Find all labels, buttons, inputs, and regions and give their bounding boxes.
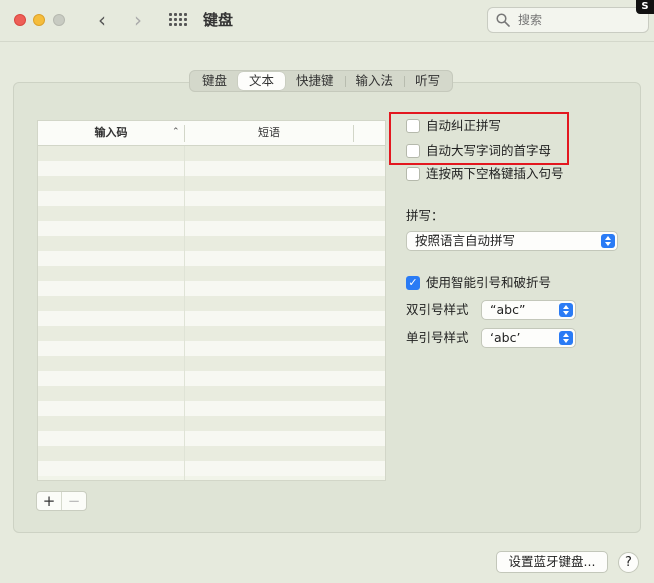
table-row[interactable]	[38, 386, 385, 401]
tab-keyboard[interactable]: 键盘	[191, 72, 238, 90]
table-row[interactable]	[38, 236, 385, 251]
setup-bluetooth-keyboard-button[interactable]: 设置蓝牙键盘...	[496, 551, 608, 573]
double-quote-style-label: 双引号样式	[406, 302, 469, 317]
chevron-updown-icon	[559, 303, 573, 317]
forward-icon[interactable]: ›	[128, 9, 148, 31]
double-quote-style-select[interactable]: “abc”	[481, 300, 576, 320]
table-row[interactable]	[38, 461, 385, 476]
table-header: 输入码 ⌃ 短语	[38, 121, 385, 146]
annotation-highlight-box	[389, 112, 569, 165]
double-quote-style-value: “abc”	[490, 302, 526, 317]
spelling-select[interactable]: 按照语言自动拼写	[406, 231, 618, 251]
show-all-grid-icon[interactable]	[169, 13, 187, 27]
tab-text[interactable]: 文本	[238, 72, 286, 90]
table-row[interactable]	[38, 416, 385, 431]
table-row[interactable]	[38, 446, 385, 461]
tab-shortcuts[interactable]: 快捷键	[285, 72, 345, 90]
tab-input-sources[interactable]: 输入法	[344, 72, 405, 90]
table-row[interactable]	[38, 326, 385, 341]
table-row[interactable]	[38, 161, 385, 176]
table-row[interactable]	[38, 401, 385, 416]
sort-ascending-icon: ⌃	[172, 127, 180, 137]
spelling-label: 拼写：	[406, 208, 444, 223]
search-input[interactable]	[516, 11, 642, 29]
column-divider	[353, 125, 354, 142]
chevron-updown-icon	[601, 234, 615, 248]
table-rows	[38, 146, 385, 480]
table-row[interactable]	[38, 281, 385, 296]
smart-quotes-label: 使用智能引号和破折号	[426, 275, 552, 290]
corner-logo-icon: S	[636, 0, 654, 14]
column-header-phrase[interactable]: 短语	[185, 121, 353, 145]
table-row[interactable]	[38, 206, 385, 221]
double-space-period-label: 连按两下空格键插入句号	[426, 166, 564, 181]
add-button[interactable]: +	[37, 492, 62, 510]
table-row[interactable]	[38, 356, 385, 371]
table-row[interactable]	[38, 221, 385, 236]
add-remove-control: + −	[36, 491, 87, 511]
table-row[interactable]	[38, 371, 385, 386]
table-row[interactable]	[38, 146, 385, 161]
title-bar: ‹ › 键盘 S	[0, 0, 654, 42]
table-row[interactable]	[38, 296, 385, 311]
table-row[interactable]	[38, 251, 385, 266]
table-row[interactable]	[38, 431, 385, 446]
table-row[interactable]	[38, 176, 385, 191]
column-header-code[interactable]: 输入码	[38, 121, 184, 145]
single-quote-style-select[interactable]: ‘abc’	[481, 328, 576, 348]
text-replacement-table[interactable]: 输入码 ⌃ 短语	[37, 120, 386, 481]
table-row[interactable]	[38, 266, 385, 281]
column-separator	[184, 146, 185, 480]
window-title: 键盘	[203, 11, 234, 29]
search-icon	[496, 13, 510, 27]
minimize-window-button[interactable]	[33, 14, 45, 26]
help-button[interactable]: ?	[618, 552, 639, 573]
chevron-updown-icon	[559, 331, 573, 345]
tab-dictation[interactable]: 听写	[404, 72, 451, 90]
table-row[interactable]	[38, 191, 385, 206]
table-row[interactable]	[38, 311, 385, 326]
single-quote-style-value: ‘abc’	[490, 330, 521, 345]
back-icon[interactable]: ‹	[92, 9, 112, 31]
double-space-period-checkbox[interactable]	[406, 167, 420, 181]
search-field[interactable]	[487, 7, 649, 33]
smart-quotes-checkbox[interactable]: ✓	[406, 276, 420, 290]
zoom-window-button[interactable]	[53, 14, 65, 26]
spelling-select-value: 按照语言自动拼写	[415, 233, 516, 248]
single-quote-style-label: 单引号样式	[406, 330, 469, 345]
close-window-button[interactable]	[14, 14, 26, 26]
table-row[interactable]	[38, 341, 385, 356]
tab-bar: 键盘 文本 快捷键 输入法 听写	[189, 70, 454, 92]
remove-button[interactable]: −	[62, 492, 86, 510]
